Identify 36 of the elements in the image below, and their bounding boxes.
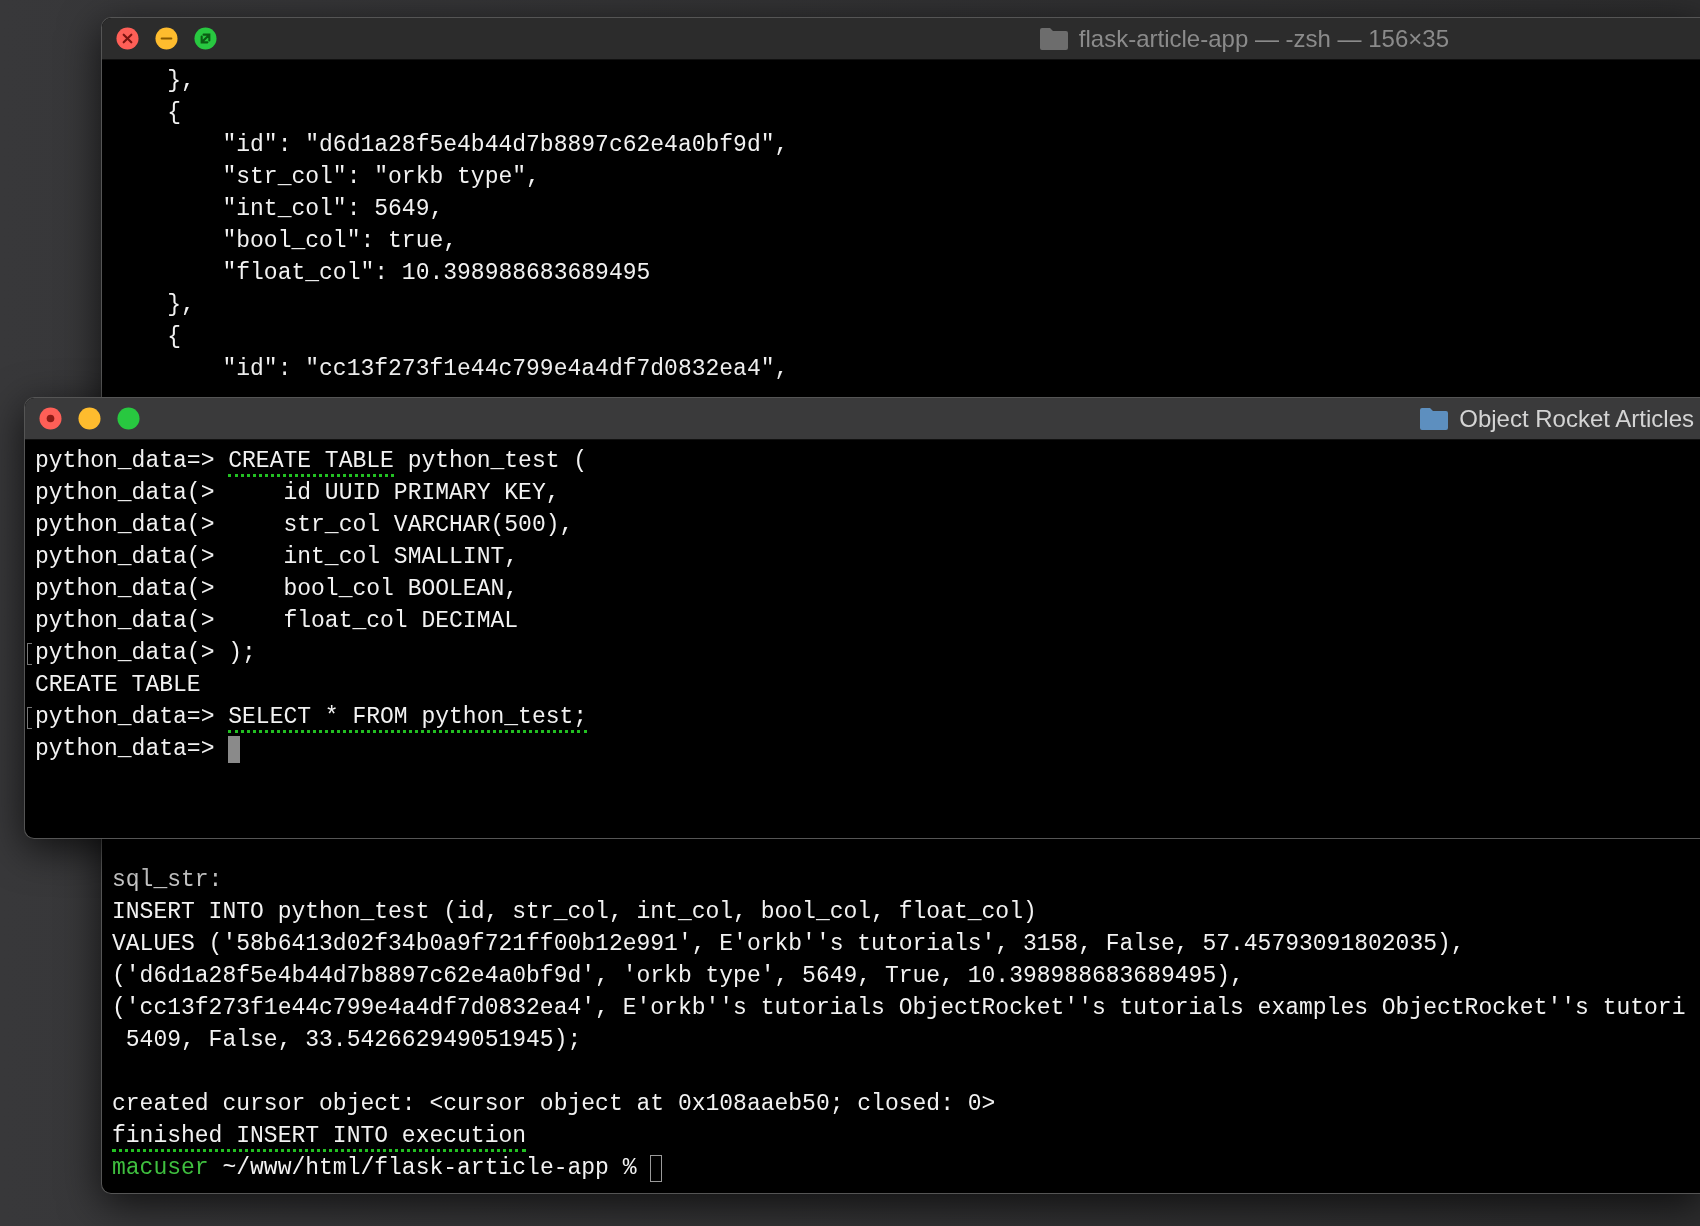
terminal-line: }, bbox=[166, 67, 195, 96]
terminal-line: INSERT INTO python_test (id, str_col, int_col, bool_col, float_col) bbox=[112, 898, 1037, 927]
terminal-line: python_data(> bool_col BOOLEAN, bbox=[35, 575, 519, 604]
terminal-line: { bbox=[166, 99, 181, 128]
terminal-line: python_data=> SELECT * FROM python_test; bbox=[35, 701, 588, 733]
terminal-line: python_data=> bbox=[35, 735, 216, 764]
terminal-line: "float_col": 10.398988683689495 bbox=[221, 259, 651, 288]
terminal-line: "str_col": "orkb type", bbox=[221, 163, 540, 192]
zoom-button[interactable] bbox=[117, 407, 140, 430]
terminal-line: "id": "d6d1a28f5e4b44d7b8897c62e4a0bf9d", bbox=[221, 131, 789, 160]
folder-icon bbox=[1038, 26, 1069, 51]
terminal-line: { bbox=[166, 323, 181, 352]
terminal-line: finished INSERT INTO execution bbox=[112, 1120, 527, 1152]
terminal-line: python_data(> id UUID PRIMARY KEY, bbox=[35, 479, 560, 508]
window-title: flask-article-app — -zsh — 156×35 bbox=[1078, 24, 1449, 53]
terminal-line: sql_str: bbox=[112, 866, 223, 895]
terminal-line: }, bbox=[166, 291, 195, 320]
terminal-line: VALUES ('58b6413d02f34b0a9f721ff00b12e991', E'orkb''s tutorials', 3158, False, 57.45793091802035), bbox=[112, 930, 1465, 959]
terminal-line: "bool_col": true, bbox=[221, 227, 458, 256]
terminal-line: ('cc13f273f1e44c799e4a4df7d0832ea4', E'orkb''s tutorials ObjectRocket''s tutorials examples ObjectRocket''s tutori bbox=[112, 994, 1686, 1023]
terminal-line: python_data(> ); bbox=[35, 639, 256, 668]
terminal-line: python_data(> float_col DECIMAL bbox=[35, 607, 519, 636]
terminal-line: python_data(> str_col VARCHAR(500), bbox=[35, 511, 574, 540]
terminal-line: "id": "cc13f273f1e44c799e4a4df7d0832ea4", bbox=[221, 355, 789, 384]
terminal-line: python_data(> int_col SMALLINT, bbox=[35, 543, 519, 572]
terminal-line: 5409, False, 33.542662949051945); bbox=[124, 1026, 582, 1055]
terminal-line: "int_col": 5649, bbox=[221, 195, 444, 224]
terminal-line: macuser ~/www/html/flask-article-app % bbox=[112, 1154, 638, 1183]
close-button[interactable] bbox=[39, 407, 62, 430]
terminal-line: python_data=> CREATE TABLE python_test ( bbox=[35, 445, 588, 477]
window-title: Object Rocket Articles bbox=[1459, 404, 1694, 433]
terminal-line: created cursor object: <cursor object at 0x108aaeb50; closed: 0> bbox=[112, 1090, 996, 1119]
minimize-button[interactable] bbox=[78, 407, 101, 430]
folder-icon bbox=[1419, 406, 1450, 431]
terminal-line: CREATE TABLE bbox=[35, 671, 201, 700]
terminal-line: ('d6d1a28f5e4b44d7b8897c62e4a0bf9d', 'orkb type', 5649, True, 10.398988683689495), bbox=[112, 962, 1244, 991]
